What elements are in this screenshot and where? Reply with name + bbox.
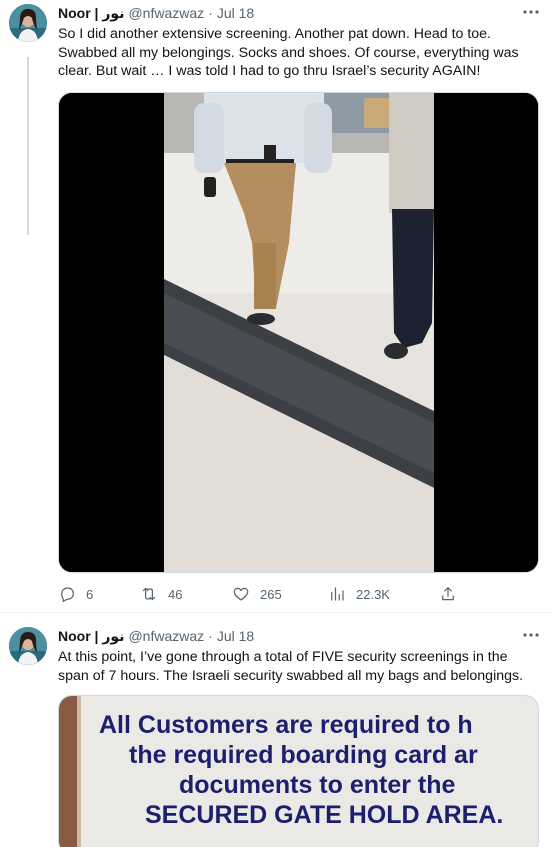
username[interactable]: @nfwazwaz xyxy=(128,5,204,21)
like-count: 265 xyxy=(260,586,282,602)
views-count: 22.3K xyxy=(356,586,390,602)
tweet-actions: 6 46 265 22.3K xyxy=(58,583,539,605)
tweet-text: At this point, I’ve gone through a total… xyxy=(58,649,524,684)
video-frame xyxy=(59,93,538,572)
retweet-button[interactable]: 46 xyxy=(140,583,182,605)
views-button[interactable]: 22.3K xyxy=(328,583,390,605)
reply-button[interactable]: 6 xyxy=(58,583,93,605)
reply-count: 6 xyxy=(86,586,94,602)
timestamp[interactable]: Jul 18 xyxy=(217,628,254,644)
tweet-text: So I did another extensive screening. An… xyxy=(58,26,519,79)
display-name[interactable]: Noor | نور xyxy=(58,628,124,645)
username[interactable]: @nfwazwaz xyxy=(128,628,204,644)
views-icon xyxy=(331,587,344,601)
share-icon xyxy=(442,587,454,601)
separator: · xyxy=(208,628,213,644)
avatar[interactable] xyxy=(9,627,47,665)
tweet-header: Noor | نور @nfwazwaz · Jul 18 xyxy=(58,3,254,23)
reply-icon xyxy=(61,587,74,603)
display-name[interactable]: Noor | نور xyxy=(58,5,124,22)
tweet-2[interactable]: Noor | نور @nfwazwaz · Jul 18 At this po… xyxy=(0,612,551,847)
tweet-video[interactable] xyxy=(58,92,539,573)
sign-line: All Customers are required to h xyxy=(99,711,473,739)
separator: · xyxy=(208,5,213,21)
sign-text: All Customers are required to h the requ… xyxy=(59,710,538,830)
retweet-icon xyxy=(142,587,156,601)
more-icon[interactable] xyxy=(521,4,541,20)
like-button[interactable]: 265 xyxy=(232,583,282,605)
more-icon[interactable] xyxy=(521,627,541,643)
retweet-count: 46 xyxy=(168,586,183,602)
sign-line: SECURED GATE HOLD AREA. xyxy=(145,801,504,829)
avatar[interactable] xyxy=(9,4,47,42)
share-button[interactable] xyxy=(439,583,457,605)
tweet-header: Noor | نور @nfwazwaz · Jul 18 xyxy=(58,626,254,646)
sign-line: documents to enter the xyxy=(179,771,456,799)
sign-line: the required boarding card ar xyxy=(129,741,478,769)
timestamp[interactable]: Jul 18 xyxy=(217,5,254,21)
thread-line xyxy=(27,57,29,235)
tweet-1[interactable]: Noor | نور @nfwazwaz · Jul 18 So I did a… xyxy=(0,0,551,612)
heart-icon xyxy=(233,587,249,601)
tweet-photo[interactable]: All Customers are required to h the requ… xyxy=(58,695,539,847)
